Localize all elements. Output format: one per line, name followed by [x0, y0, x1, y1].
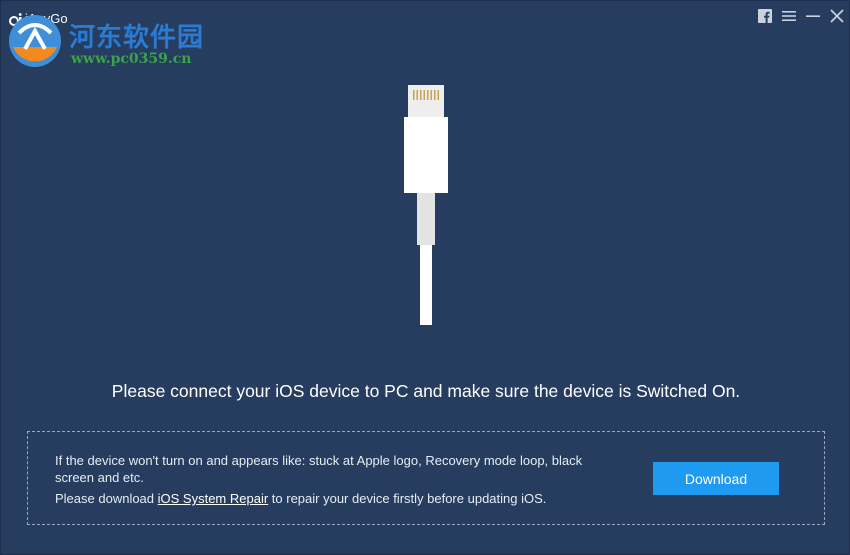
help-panel: If the device won't turn on and appears … [27, 431, 825, 525]
connect-instruction: Please connect your iOS device to PC and… [111, 381, 741, 401]
window-controls [757, 8, 845, 24]
help-line-2: Please download iOS System Repair to rep… [55, 490, 615, 507]
app-window: iAnyGo [0, 0, 850, 555]
minimize-icon[interactable] [805, 8, 821, 24]
connector-tip [408, 85, 444, 117]
download-button[interactable]: Download [653, 462, 779, 495]
watermark-title: 河东软件园 [69, 23, 205, 53]
lightning-cable-illustration [404, 85, 448, 325]
menu-icon[interactable] [781, 8, 797, 24]
watermark-logo-icon [9, 15, 61, 67]
help-text: If the device won't turn on and appears … [55, 452, 615, 507]
watermark: 河东软件园 www.pc0359.cn [5, 11, 215, 71]
connector-housing [404, 117, 448, 193]
help-line-1: If the device won't turn on and appears … [55, 453, 583, 485]
facebook-icon[interactable] [757, 8, 773, 24]
ios-system-repair-link[interactable]: iOS System Repair [158, 491, 269, 506]
cable-wire [420, 245, 432, 325]
help-line-2-suffix: to repair your device firstly before upd… [268, 491, 547, 506]
watermark-url: www.pc0359.cn [71, 51, 192, 67]
close-icon[interactable] [829, 8, 845, 24]
help-line-2-prefix: Please download [55, 491, 158, 506]
strain-relief [417, 193, 435, 245]
